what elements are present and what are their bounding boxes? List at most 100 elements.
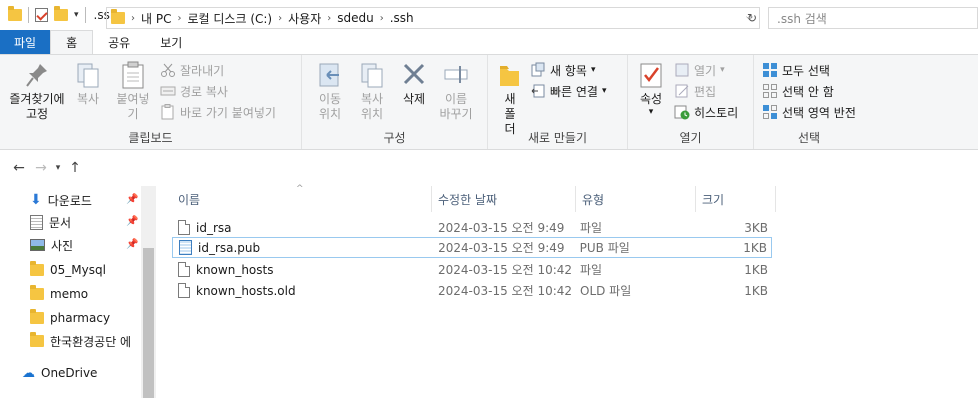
properties-quick-icon[interactable] (35, 8, 48, 22)
select-group-label: 선택 (797, 131, 821, 145)
pin-icon (24, 61, 50, 89)
column-header-size[interactable]: 크기 (696, 186, 776, 212)
tab-view[interactable]: 보기 (145, 30, 197, 54)
move-to-icon (317, 61, 343, 89)
navigation-pane: ⬇ 다운로드 📌 문서 📌 사진 📌 05_Mysql memo pharmac… (0, 186, 156, 398)
nav-item-onedrive[interactable]: ☁ OneDrive (22, 363, 97, 383)
table-row[interactable]: known_hosts.old 2024-03-15 오전 10:42 OLD … (172, 280, 772, 301)
pub-file-icon (179, 240, 192, 255)
refresh-icon[interactable]: ↻ (742, 7, 762, 29)
new-folder-quick-icon[interactable] (54, 6, 68, 21)
breadcrumb-this-pc[interactable]: 내 PC (141, 10, 171, 27)
customize-toolbar-dropdown-icon[interactable]: ▾ (74, 10, 79, 20)
folder-icon (30, 332, 44, 347)
open-button[interactable]: 열기 ▾ (674, 61, 738, 79)
nav-item-korea-env[interactable]: 한국환경공단 에 (30, 331, 140, 351)
column-header-date[interactable]: 수정한 날짜 (432, 186, 576, 212)
open-group-label: 열기 (679, 131, 702, 145)
history-button[interactable]: 히스토리 (674, 103, 738, 121)
paste-shortcut-button[interactable]: 바로 가기 붙여넣기 (160, 103, 276, 121)
breadcrumb-ssh[interactable]: .ssh (390, 11, 414, 25)
select-all-icon (762, 62, 778, 78)
search-input[interactable]: .ssh 검색 (768, 7, 978, 29)
easy-access-icon (530, 83, 546, 99)
nav-item-documents[interactable]: 문서 (30, 212, 71, 232)
download-icon: ⬇ (30, 192, 42, 208)
clipboard-icon (120, 61, 146, 89)
clipboard-group: 즐겨찾기에 고정 복사 붙여넣기 잘라내기 경로 복사 바로 가기 붙여넣기 클… (0, 55, 302, 149)
tab-home[interactable]: 홈 (50, 30, 94, 54)
easy-access-button[interactable]: 빠른 연결 ▾ (530, 82, 607, 100)
scrollbar-thumb[interactable] (143, 248, 154, 398)
new-folder-icon (497, 61, 523, 89)
select-all-button[interactable]: 모두 선택 (762, 61, 856, 79)
navigation-bar: ← → ▾ ↑ (0, 150, 978, 186)
recent-locations-dropdown-icon[interactable]: ▾ (52, 163, 64, 173)
edit-button[interactable]: 편집 (674, 82, 738, 100)
file-icon (178, 283, 190, 298)
tab-share[interactable]: 공유 (93, 30, 145, 54)
new-item-button[interactable]: 새 항목 ▾ (530, 61, 607, 79)
pin-icon[interactable]: 📌 (126, 194, 138, 205)
invert-selection-icon (762, 104, 778, 120)
ribbon: 즐겨찾기에 고정 복사 붙여넣기 잘라내기 경로 복사 바로 가기 붙여넣기 클… (0, 54, 978, 150)
document-icon (30, 214, 43, 230)
column-headers: 이름 수정한 날짜 유형 크기 (172, 186, 776, 212)
open-icon (674, 62, 690, 78)
select-none-button[interactable]: 선택 안 함 (762, 82, 856, 100)
breadcrumb-chevron-icon[interactable]: › (177, 13, 181, 24)
address-bar[interactable]: › 내 PC › 로컬 디스크 (C:) › 사용자 › sdedu › .ss… (106, 7, 760, 29)
chevron-down-icon: ▾ (590, 65, 596, 75)
breadcrumb-chevron-icon[interactable]: › (278, 13, 282, 24)
ribbon-tabs: 파일 홈 공유 보기 (0, 30, 978, 54)
nav-pane-scrollbar[interactable] (141, 186, 156, 398)
up-arrow-icon[interactable]: ↑ (64, 160, 86, 176)
table-row[interactable]: id_rsa 2024-03-15 오전 9:49 파일 3KB (172, 217, 772, 238)
back-arrow-icon[interactable]: ← (8, 160, 30, 176)
folder-icon (30, 261, 44, 276)
folder-icon (30, 285, 44, 300)
chevron-down-icon: ▾ (601, 86, 607, 96)
nav-item-downloads[interactable]: ⬇ 다운로드 (30, 190, 92, 210)
new-group: 새 폴더 새 항목 ▾ 빠른 연결 ▾ 새로 만들기 (488, 55, 628, 149)
column-header-type[interactable]: 유형 (576, 186, 696, 212)
quick-access-toolbar: ▾ (8, 6, 86, 23)
organize-group: 이동 위치 복사 위치 삭제 이름 바꾸기 구성 (302, 55, 488, 149)
invert-selection-button[interactable]: 선택 영역 반전 (762, 103, 856, 121)
copy-icon (75, 61, 101, 89)
breadcrumb-chevron-icon[interactable]: › (327, 13, 331, 24)
scissors-icon (160, 62, 176, 78)
properties-check-icon (638, 61, 664, 89)
folder-icon (111, 9, 125, 24)
copy-path-icon (160, 83, 176, 99)
picture-icon (30, 239, 45, 251)
open-group: 속성 ▾ 열기 ▾ 편집 히스토리 열기 (628, 55, 754, 149)
tab-file[interactable]: 파일 (0, 30, 51, 54)
nav-item-pictures[interactable]: 사진 (30, 235, 73, 255)
table-row-selected[interactable]: id_rsa.pub 2024-03-15 오전 9:49 PUB 파일 1KB (172, 237, 772, 258)
file-icon (178, 220, 190, 235)
nav-item-pharmacy[interactable]: pharmacy (30, 308, 110, 328)
nav-item-05-mysql[interactable]: 05_Mysql (30, 260, 106, 280)
organize-group-label: 구성 (383, 131, 406, 145)
file-icon (178, 262, 190, 277)
column-header-name[interactable]: 이름 (172, 186, 432, 212)
delete-x-icon (401, 61, 427, 89)
pin-icon[interactable]: 📌 (126, 216, 138, 227)
breadcrumb-chevron-icon[interactable]: › (380, 13, 384, 24)
cut-button[interactable]: 잘라내기 (160, 61, 276, 79)
history-icon (674, 104, 690, 120)
table-row[interactable]: known_hosts 2024-03-15 오전 10:42 파일 1KB (172, 259, 772, 280)
edit-icon (674, 83, 690, 99)
cloud-icon: ☁ (22, 365, 35, 381)
pin-icon[interactable]: 📌 (126, 239, 138, 250)
new-item-icon (530, 62, 546, 78)
breadcrumb-chevron-icon[interactable]: › (131, 13, 135, 24)
breadcrumb-users[interactable]: 사용자 (288, 10, 321, 27)
forward-arrow-icon[interactable]: → (30, 160, 52, 176)
nav-item-memo[interactable]: memo (30, 284, 88, 304)
rename-icon (443, 61, 469, 89)
copy-path-button[interactable]: 경로 복사 (160, 82, 276, 100)
breadcrumb-local-disk[interactable]: 로컬 디스크 (C:) (187, 10, 272, 27)
breadcrumb-sdedu[interactable]: sdedu (337, 11, 373, 25)
